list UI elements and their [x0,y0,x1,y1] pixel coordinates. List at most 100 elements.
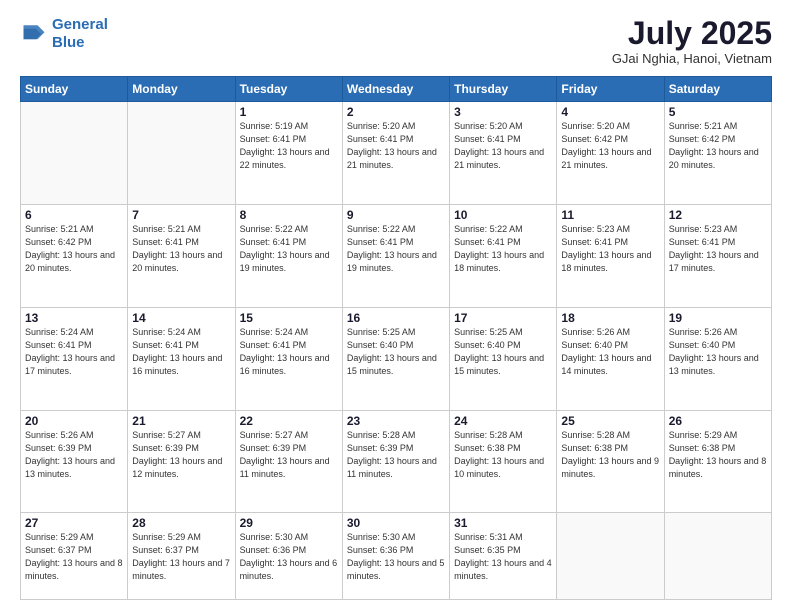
calendar-cell: 11Sunrise: 5:23 AMSunset: 6:41 PMDayligh… [557,204,664,307]
calendar-cell: 12Sunrise: 5:23 AMSunset: 6:41 PMDayligh… [664,204,771,307]
day-info: Sunrise: 5:22 AMSunset: 6:41 PMDaylight:… [347,223,445,275]
day-number: 4 [561,105,659,119]
calendar-cell: 31Sunrise: 5:31 AMSunset: 6:35 PMDayligh… [450,513,557,600]
subtitle: GJai Nghia, Hanoi, Vietnam [612,51,772,66]
day-number: 22 [240,414,338,428]
col-header-sunday: Sunday [21,77,128,102]
header: General Blue July 2025 GJai Nghia, Hanoi… [20,16,772,66]
day-info: Sunrise: 5:21 AMSunset: 6:42 PMDaylight:… [669,120,767,172]
day-number: 27 [25,516,123,530]
day-info: Sunrise: 5:22 AMSunset: 6:41 PMDaylight:… [240,223,338,275]
calendar-cell: 9Sunrise: 5:22 AMSunset: 6:41 PMDaylight… [342,204,449,307]
calendar-cell: 2Sunrise: 5:20 AMSunset: 6:41 PMDaylight… [342,102,449,205]
day-number: 5 [669,105,767,119]
calendar-cell: 8Sunrise: 5:22 AMSunset: 6:41 PMDaylight… [235,204,342,307]
calendar-cell: 25Sunrise: 5:28 AMSunset: 6:38 PMDayligh… [557,410,664,513]
week-row-2: 6Sunrise: 5:21 AMSunset: 6:42 PMDaylight… [21,204,772,307]
day-number: 23 [347,414,445,428]
calendar-cell [128,102,235,205]
day-info: Sunrise: 5:27 AMSunset: 6:39 PMDaylight:… [240,429,338,481]
day-info: Sunrise: 5:29 AMSunset: 6:38 PMDaylight:… [669,429,767,481]
logo-line1: General [52,16,108,33]
day-number: 24 [454,414,552,428]
day-number: 1 [240,105,338,119]
day-number: 13 [25,311,123,325]
day-info: Sunrise: 5:29 AMSunset: 6:37 PMDaylight:… [132,531,230,583]
calendar-cell: 10Sunrise: 5:22 AMSunset: 6:41 PMDayligh… [450,204,557,307]
calendar-cell: 22Sunrise: 5:27 AMSunset: 6:39 PMDayligh… [235,410,342,513]
day-info: Sunrise: 5:20 AMSunset: 6:41 PMDaylight:… [347,120,445,172]
main-title: July 2025 [612,16,772,51]
calendar-cell: 3Sunrise: 5:20 AMSunset: 6:41 PMDaylight… [450,102,557,205]
day-info: Sunrise: 5:25 AMSunset: 6:40 PMDaylight:… [347,326,445,378]
day-number: 17 [454,311,552,325]
calendar-header-row: SundayMondayTuesdayWednesdayThursdayFrid… [21,77,772,102]
day-info: Sunrise: 5:23 AMSunset: 6:41 PMDaylight:… [669,223,767,275]
week-row-3: 13Sunrise: 5:24 AMSunset: 6:41 PMDayligh… [21,307,772,410]
logo: General Blue [20,16,108,52]
logo-line2: Blue [52,34,85,51]
day-number: 16 [347,311,445,325]
col-header-thursday: Thursday [450,77,557,102]
day-number: 21 [132,414,230,428]
calendar-cell: 17Sunrise: 5:25 AMSunset: 6:40 PMDayligh… [450,307,557,410]
day-info: Sunrise: 5:23 AMSunset: 6:41 PMDaylight:… [561,223,659,275]
page: General Blue July 2025 GJai Nghia, Hanoi… [0,0,792,612]
day-info: Sunrise: 5:21 AMSunset: 6:41 PMDaylight:… [132,223,230,275]
day-info: Sunrise: 5:20 AMSunset: 6:41 PMDaylight:… [454,120,552,172]
calendar-cell [557,513,664,600]
calendar-cell: 30Sunrise: 5:30 AMSunset: 6:36 PMDayligh… [342,513,449,600]
day-number: 9 [347,208,445,222]
day-number: 6 [25,208,123,222]
calendar-cell: 27Sunrise: 5:29 AMSunset: 6:37 PMDayligh… [21,513,128,600]
day-info: Sunrise: 5:24 AMSunset: 6:41 PMDaylight:… [25,326,123,378]
calendar-table: SundayMondayTuesdayWednesdayThursdayFrid… [20,76,772,600]
calendar-cell: 29Sunrise: 5:30 AMSunset: 6:36 PMDayligh… [235,513,342,600]
day-info: Sunrise: 5:24 AMSunset: 6:41 PMDaylight:… [132,326,230,378]
calendar-cell: 5Sunrise: 5:21 AMSunset: 6:42 PMDaylight… [664,102,771,205]
day-info: Sunrise: 5:29 AMSunset: 6:37 PMDaylight:… [25,531,123,583]
col-header-friday: Friday [557,77,664,102]
day-number: 30 [347,516,445,530]
col-header-tuesday: Tuesday [235,77,342,102]
calendar-cell: 24Sunrise: 5:28 AMSunset: 6:38 PMDayligh… [450,410,557,513]
day-number: 12 [669,208,767,222]
day-info: Sunrise: 5:22 AMSunset: 6:41 PMDaylight:… [454,223,552,275]
calendar-cell: 19Sunrise: 5:26 AMSunset: 6:40 PMDayligh… [664,307,771,410]
day-number: 14 [132,311,230,325]
day-number: 25 [561,414,659,428]
day-info: Sunrise: 5:28 AMSunset: 6:39 PMDaylight:… [347,429,445,481]
title-block: July 2025 GJai Nghia, Hanoi, Vietnam [612,16,772,66]
day-info: Sunrise: 5:30 AMSunset: 6:36 PMDaylight:… [240,531,338,583]
calendar-cell: 20Sunrise: 5:26 AMSunset: 6:39 PMDayligh… [21,410,128,513]
day-number: 2 [347,105,445,119]
calendar-cell [21,102,128,205]
day-info: Sunrise: 5:26 AMSunset: 6:40 PMDaylight:… [669,326,767,378]
day-info: Sunrise: 5:27 AMSunset: 6:39 PMDaylight:… [132,429,230,481]
col-header-wednesday: Wednesday [342,77,449,102]
day-info: Sunrise: 5:26 AMSunset: 6:40 PMDaylight:… [561,326,659,378]
day-info: Sunrise: 5:24 AMSunset: 6:41 PMDaylight:… [240,326,338,378]
calendar-cell: 14Sunrise: 5:24 AMSunset: 6:41 PMDayligh… [128,307,235,410]
week-row-5: 27Sunrise: 5:29 AMSunset: 6:37 PMDayligh… [21,513,772,600]
day-number: 15 [240,311,338,325]
calendar-cell: 16Sunrise: 5:25 AMSunset: 6:40 PMDayligh… [342,307,449,410]
calendar-cell: 28Sunrise: 5:29 AMSunset: 6:37 PMDayligh… [128,513,235,600]
day-info: Sunrise: 5:25 AMSunset: 6:40 PMDaylight:… [454,326,552,378]
calendar-cell: 15Sunrise: 5:24 AMSunset: 6:41 PMDayligh… [235,307,342,410]
logo-text: General Blue [52,16,108,52]
calendar-cell: 4Sunrise: 5:20 AMSunset: 6:42 PMDaylight… [557,102,664,205]
calendar-cell [664,513,771,600]
day-info: Sunrise: 5:28 AMSunset: 6:38 PMDaylight:… [454,429,552,481]
day-number: 26 [669,414,767,428]
day-number: 10 [454,208,552,222]
day-info: Sunrise: 5:21 AMSunset: 6:42 PMDaylight:… [25,223,123,275]
day-info: Sunrise: 5:28 AMSunset: 6:38 PMDaylight:… [561,429,659,481]
col-header-saturday: Saturday [664,77,771,102]
day-number: 19 [669,311,767,325]
calendar-cell: 23Sunrise: 5:28 AMSunset: 6:39 PMDayligh… [342,410,449,513]
day-number: 31 [454,516,552,530]
calendar-cell: 26Sunrise: 5:29 AMSunset: 6:38 PMDayligh… [664,410,771,513]
day-info: Sunrise: 5:20 AMSunset: 6:42 PMDaylight:… [561,120,659,172]
day-number: 3 [454,105,552,119]
